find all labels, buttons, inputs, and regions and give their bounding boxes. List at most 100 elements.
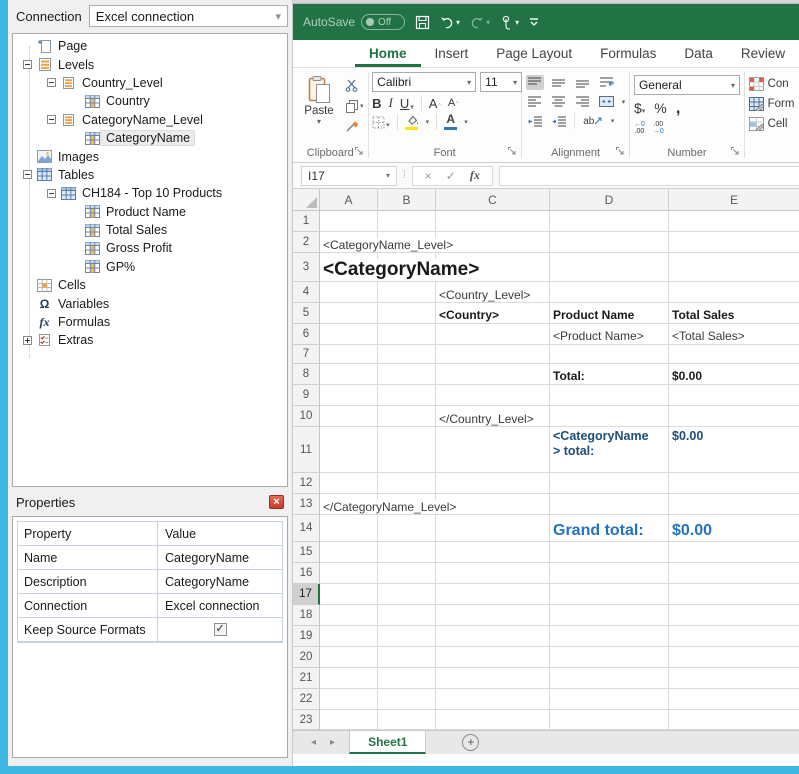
cell-D4[interactable]	[550, 282, 669, 303]
collapse-icon[interactable]	[47, 189, 56, 198]
tree-item-categoryname[interactable]: CategoryName	[13, 129, 287, 147]
row-header-23[interactable]: 23	[293, 710, 320, 730]
cell-C6[interactable]	[436, 324, 550, 345]
cell-A18[interactable]	[320, 605, 378, 626]
font-color-dropdown-icon[interactable]: ▾	[464, 118, 468, 126]
undo-button[interactable]: ▾	[440, 16, 460, 29]
font-color-button[interactable]: A	[444, 114, 457, 130]
tree-item-country-level[interactable]: Country_Level	[13, 74, 287, 92]
cell-C19[interactable]	[436, 626, 550, 647]
keep-source-formats-checkbox[interactable]: ✓	[214, 623, 227, 636]
increase-indent-button[interactable]	[550, 114, 568, 129]
grow-font-button[interactable]: Aˆ	[429, 96, 441, 111]
row-header-21[interactable]: 21	[293, 668, 320, 689]
format-as-table-button[interactable]: Form	[749, 97, 795, 111]
tree-item-gross-profit[interactable]: Gross Profit	[13, 239, 287, 257]
italic-button[interactable]: I	[389, 95, 393, 111]
cell-C17[interactable]	[436, 584, 550, 605]
name-box[interactable]: I17 ▾	[301, 166, 397, 186]
cell-E20[interactable]	[669, 647, 799, 668]
collapse-icon[interactable]	[47, 78, 56, 87]
row-header-11[interactable]: 11	[293, 427, 320, 473]
cell-B20[interactable]	[378, 647, 436, 668]
cell-D19[interactable]	[550, 626, 669, 647]
cell-E23[interactable]	[669, 710, 799, 730]
align-right-button[interactable]	[574, 94, 592, 109]
tree-expander[interactable]	[19, 60, 36, 69]
sheet-nav-left-icon[interactable]: ◂	[311, 737, 316, 748]
tab-data[interactable]: Data	[670, 42, 727, 67]
cell-C16[interactable]	[436, 563, 550, 584]
cell-D2[interactable]	[550, 232, 669, 253]
cell-E7[interactable]	[669, 345, 799, 364]
row-header-2[interactable]: 2	[293, 232, 320, 253]
cell-B14[interactable]	[378, 515, 436, 542]
cell-B9[interactable]	[378, 385, 436, 406]
tree-expander[interactable]	[43, 115, 60, 124]
cell-C9[interactable]	[436, 385, 550, 406]
cell-E15[interactable]	[669, 542, 799, 563]
cell-E5[interactable]: Total Sales	[669, 303, 799, 324]
cell-E10[interactable]	[669, 406, 799, 427]
orientation-dropdown-icon[interactable]: ▾	[611, 117, 615, 125]
cell-B10[interactable]	[378, 406, 436, 427]
cell-A7[interactable]	[320, 345, 378, 364]
autosave-toggle[interactable]: AutoSave Off	[303, 14, 405, 30]
row-header-1[interactable]: 1	[293, 211, 320, 232]
cell-B18[interactable]	[378, 605, 436, 626]
bold-button[interactable]: B	[372, 96, 381, 111]
select-all-corner[interactable]	[293, 189, 320, 211]
cell-A20[interactable]	[320, 647, 378, 668]
cell-A5[interactable]	[320, 303, 378, 324]
accounting-format-button[interactable]: $▾	[634, 100, 645, 116]
undo-dropdown-icon[interactable]: ▾	[456, 18, 460, 27]
accounting-dropdown-icon[interactable]: ▾	[642, 108, 646, 115]
number-format-combo[interactable]: General ▾	[634, 75, 740, 95]
cell-E12[interactable]	[669, 473, 799, 494]
enter-button[interactable]: ✓	[446, 169, 456, 183]
formula-bar-grip[interactable]: ⁞	[403, 170, 406, 181]
fill-color-dropdown-icon[interactable]: ▾	[426, 118, 430, 126]
row-header-5[interactable]: 5	[293, 303, 320, 324]
customize-quick-access-button[interactable]	[529, 17, 539, 27]
tree-item-page[interactable]: Page	[13, 37, 287, 55]
copy-button[interactable]: ▾	[345, 98, 364, 114]
decrease-decimal-button[interactable]: .00→0	[653, 121, 664, 135]
cell-B12[interactable]	[378, 473, 436, 494]
tree-item-tables[interactable]: Tables	[13, 166, 287, 184]
cell-A1[interactable]	[320, 211, 378, 232]
row-header-20[interactable]: 20	[293, 647, 320, 668]
cell-E9[interactable]	[669, 385, 799, 406]
tree-item-total-sales[interactable]: Total Sales	[13, 221, 287, 239]
cell-E3[interactable]	[669, 253, 799, 282]
tree-item-variables[interactable]: ΩVariables	[13, 294, 287, 312]
cell-A12[interactable]	[320, 473, 378, 494]
cell-D18[interactable]	[550, 605, 669, 626]
cell-A21[interactable]	[320, 668, 378, 689]
align-left-button[interactable]	[526, 94, 544, 109]
cell-B11[interactable]	[378, 427, 436, 473]
row-header-15[interactable]: 15	[293, 542, 320, 563]
cell-B1[interactable]	[378, 211, 436, 232]
font-name-combo[interactable]: Calibri ▾	[372, 72, 476, 92]
cell-E14[interactable]: $0.00	[669, 515, 799, 542]
cell-D13[interactable]	[550, 494, 669, 515]
add-sheet-button[interactable]: +	[462, 734, 479, 751]
cell-E16[interactable]	[669, 563, 799, 584]
cell-D7[interactable]	[550, 345, 669, 364]
column-header-e[interactable]: E	[669, 189, 799, 211]
row-header-19[interactable]: 19	[293, 626, 320, 647]
cell-E1[interactable]	[669, 211, 799, 232]
paste-button[interactable]: Paste ▾	[297, 72, 341, 144]
cell-B17[interactable]	[378, 584, 436, 605]
cell-A16[interactable]	[320, 563, 378, 584]
middle-align-button[interactable]	[550, 75, 568, 90]
sheet-tab-sheet1[interactable]: Sheet1	[349, 731, 426, 754]
tab-review[interactable]: Review	[727, 42, 799, 67]
cell-C21[interactable]	[436, 668, 550, 689]
row-header-12[interactable]: 12	[293, 473, 320, 494]
underline-dropdown-icon[interactable]: ▾	[410, 103, 414, 111]
collapse-icon[interactable]	[23, 170, 32, 179]
cell-C22[interactable]	[436, 689, 550, 710]
bottom-align-button[interactable]	[574, 75, 592, 90]
